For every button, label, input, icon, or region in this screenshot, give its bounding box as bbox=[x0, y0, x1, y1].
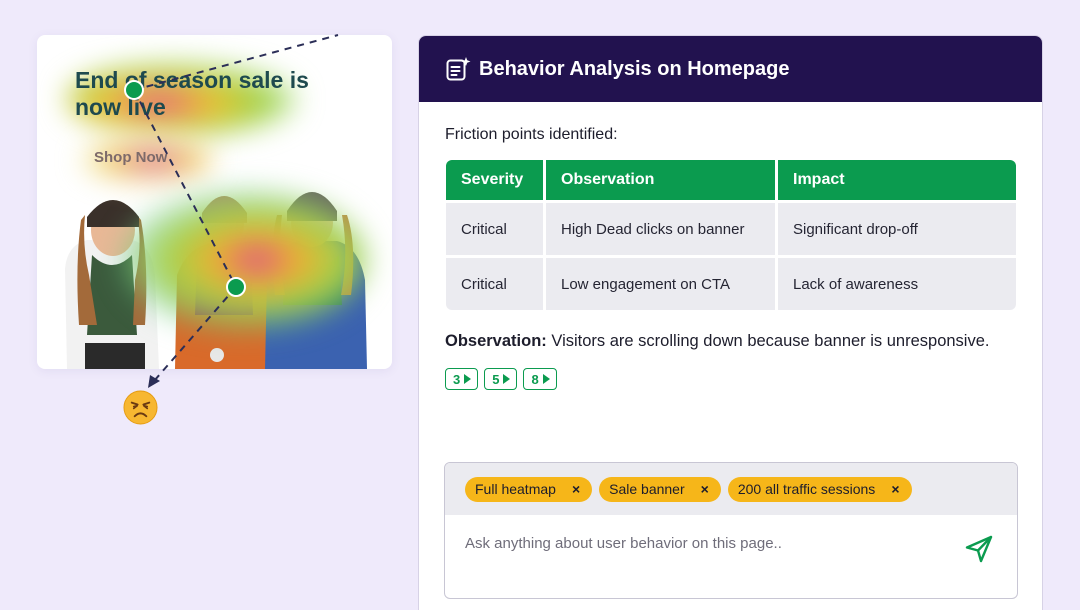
panel-title: Behavior Analysis on Homepage bbox=[479, 57, 790, 80]
table-header-impact: Impact bbox=[778, 160, 1016, 200]
observation-summary: Observation: Visitors are scrolling down… bbox=[445, 332, 1025, 351]
shop-now-link[interactable]: Shop Now bbox=[94, 149, 167, 166]
frustrated-face-icon bbox=[123, 390, 158, 425]
context-tag: Full heatmap × bbox=[465, 476, 593, 502]
send-icon[interactable] bbox=[963, 533, 995, 565]
table-cell-impact: Lack of awareness bbox=[778, 258, 1016, 310]
session-replay-chip[interactable]: 3 bbox=[445, 368, 479, 390]
session-replay-chip[interactable]: 5 bbox=[484, 368, 518, 390]
observation-label: Observation: bbox=[445, 332, 547, 350]
close-icon[interactable]: × bbox=[891, 481, 899, 497]
close-icon[interactable]: × bbox=[572, 481, 580, 497]
chip-count: 5 bbox=[492, 371, 500, 387]
ask-input[interactable] bbox=[465, 535, 935, 552]
table-cell-severity: Critical bbox=[446, 203, 543, 255]
table-cell-observation: Low engagement on CTA bbox=[546, 258, 775, 310]
tag-label: 200 all traffic sessions bbox=[737, 481, 876, 497]
banner-headline: End of season sale is now live bbox=[75, 67, 309, 120]
play-icon bbox=[542, 374, 550, 384]
sale-banner-card: End of season sale is now live Shop Now bbox=[37, 35, 392, 369]
table-cell-impact: Significant drop-off bbox=[778, 203, 1016, 255]
play-icon bbox=[503, 374, 511, 384]
table-header-severity: Severity bbox=[446, 160, 543, 200]
tag-label: Full heatmap bbox=[475, 481, 556, 497]
friction-points-table: Severity Observation Impact Critical Hig… bbox=[446, 160, 1016, 310]
panel-header: Behavior Analysis on Homepage bbox=[419, 36, 1042, 102]
ask-chat-box: Full heatmap × Sale banner × 200 all tra… bbox=[444, 462, 1018, 599]
behavior-analysis-panel: Behavior Analysis on Homepage Friction p… bbox=[418, 35, 1043, 610]
session-replay-chips: 3 5 8 bbox=[445, 368, 557, 390]
ai-document-icon bbox=[446, 57, 471, 81]
context-tag: 200 all traffic sessions × bbox=[727, 476, 912, 502]
context-tags: Full heatmap × Sale banner × 200 all tra… bbox=[445, 463, 1017, 515]
chip-count: 3 bbox=[453, 371, 461, 387]
tag-label: Sale banner bbox=[609, 481, 685, 497]
table-cell-severity: Critical bbox=[446, 258, 543, 310]
table-header-observation: Observation bbox=[546, 160, 775, 200]
close-icon[interactable]: × bbox=[701, 481, 709, 497]
chip-count: 8 bbox=[531, 371, 539, 387]
table-cell-observation: High Dead clicks on banner bbox=[546, 203, 775, 255]
heatmap-hotspot-image bbox=[122, 190, 367, 330]
play-icon bbox=[464, 374, 472, 384]
context-tag: Sale banner × bbox=[599, 476, 721, 502]
observation-text: Visitors are scrolling down because bann… bbox=[551, 332, 990, 350]
friction-points-heading: Friction points identified: bbox=[445, 126, 618, 143]
session-replay-chip[interactable]: 8 bbox=[523, 368, 557, 390]
